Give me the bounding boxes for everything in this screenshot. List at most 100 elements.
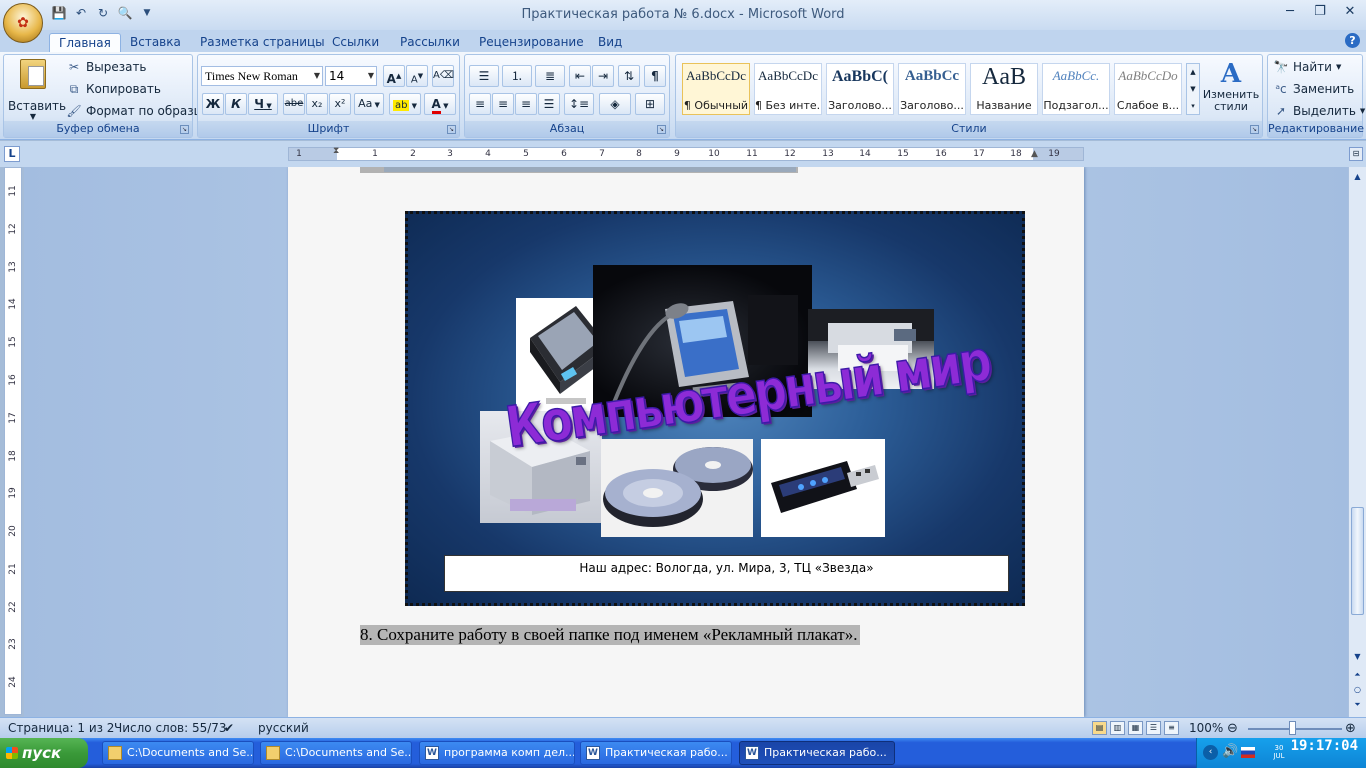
justify-button[interactable]: ☰ — [538, 93, 560, 115]
tab-page-layout[interactable]: Разметка страницы — [191, 33, 334, 52]
tab-home[interactable]: Главная — [49, 33, 121, 52]
next-page-icon[interactable]: ⏷ — [1350, 697, 1365, 712]
shading-button[interactable]: ◈ — [599, 93, 631, 115]
advertising-poster[interactable]: Компьютерный мир Наш адрес: Вологда, ул.… — [405, 211, 1025, 606]
font-size-combo[interactable]: 14 ▼ — [325, 66, 377, 86]
address-textbox[interactable]: Наш адрес: Вологда, ул. Мира, 3, ТЦ «Зве… — [444, 555, 1009, 592]
volume-icon[interactable]: 🔊 — [1222, 744, 1238, 759]
format-painter-button[interactable]: 🖌 Формат по образцу — [66, 103, 209, 119]
document-workspace[interactable]: Компьютерный мир Наш адрес: Вологда, ул.… — [24, 167, 1348, 717]
vertical-ruler[interactable]: 11 12 13 14 15 16 17 18 19 20 21 22 23 2… — [4, 167, 22, 715]
language-flag-icon[interactable] — [1241, 747, 1255, 758]
highlight-button[interactable]: ab ▼ — [389, 93, 421, 115]
taskbar-item[interactable]: W Практическая рабо... — [580, 741, 732, 765]
full-screen-reading-icon[interactable]: ▥ — [1110, 721, 1125, 735]
numbering-button[interactable]: ⒈ — [502, 65, 532, 87]
tray-arrow-icon[interactable]: ‹ — [1203, 745, 1218, 760]
paragraph-launcher-icon[interactable]: ↘ — [657, 125, 666, 134]
styles-launcher-icon[interactable]: ↘ — [1250, 125, 1259, 134]
font-launcher-icon[interactable]: ↘ — [447, 125, 456, 134]
clipboard-launcher-icon[interactable]: ↘ — [180, 125, 189, 134]
line-spacing-button[interactable]: ↕≡ — [564, 93, 594, 115]
cut-button[interactable]: ✂ Вырезать — [66, 59, 147, 75]
tab-view[interactable]: Вид — [589, 33, 631, 52]
superscript-button[interactable]: x² — [329, 93, 351, 115]
change-styles-button[interactable]: A Изменить стили — [1202, 59, 1260, 121]
style-subtitle[interactable]: AaBbCc. Подзагол... — [1042, 63, 1110, 115]
zoom-level[interactable]: 100% — [1189, 720, 1223, 737]
tab-selector-button[interactable]: L — [4, 146, 20, 162]
italic-button[interactable]: К — [225, 93, 247, 115]
right-indent-marker-icon[interactable]: ▲ — [1031, 149, 1038, 159]
style-heading-1[interactable]: AaBbC( Заголово... — [826, 63, 894, 115]
align-right-button[interactable]: ≡ — [515, 93, 537, 115]
scroll-down-icon[interactable]: ▼ — [1350, 649, 1365, 664]
browse-object-icon[interactable]: ○ — [1350, 682, 1365, 697]
zoom-out-icon[interactable]: ⊖ — [1227, 720, 1238, 737]
tab-mailings[interactable]: Рассылки — [391, 33, 469, 52]
borders-button[interactable]: ⊞ — [635, 93, 665, 115]
change-case-button[interactable]: Aa ▼ — [354, 93, 384, 115]
view-ruler-button[interactable]: ⊟ — [1349, 147, 1363, 161]
bullets-button[interactable]: ☰ — [469, 65, 499, 87]
print-layout-view-icon[interactable]: ▤ — [1092, 721, 1107, 735]
minimize-button[interactable]: ─ — [1282, 4, 1298, 20]
increase-indent-button[interactable]: ⇥ — [592, 65, 614, 87]
flash-drive-photo[interactable] — [761, 439, 885, 537]
web-layout-icon[interactable]: ▦ — [1128, 721, 1143, 735]
bold-button[interactable]: Ж — [202, 93, 224, 115]
strikethrough-button[interactable]: abe — [283, 93, 305, 115]
grow-font-button[interactable]: A▲ — [383, 65, 405, 87]
step-8-text[interactable]: 8. Сохраните работу в своей папке под им… — [360, 625, 861, 645]
close-button[interactable]: ✕ — [1342, 4, 1358, 20]
taskbar-item[interactable]: C:\Documents and Se... — [102, 741, 254, 765]
taskbar-item[interactable]: Wпрограмма комп дел... — [419, 741, 575, 765]
start-button[interactable]: пуск — [0, 738, 88, 768]
word-count[interactable]: Число слов: 55/73 — [114, 720, 227, 737]
sort-button[interactable]: ⇅ — [618, 65, 640, 87]
page-indicator[interactable]: Страница: 1 из 2 — [8, 720, 114, 737]
scroll-thumb[interactable] — [1351, 507, 1364, 615]
draft-view-icon[interactable]: ≡ — [1164, 721, 1179, 735]
proofing-icon[interactable]: ✔︎ — [224, 720, 234, 737]
decrease-indent-button[interactable]: ⇤ — [569, 65, 591, 87]
align-center-button[interactable]: ≡ — [492, 93, 514, 115]
zoom-in-icon[interactable]: ⊕ — [1345, 720, 1356, 737]
font-color-button[interactable]: A ▼ — [424, 93, 456, 115]
style-no-spacing[interactable]: AaBbCcDc ¶ Без инте... — [754, 63, 822, 115]
horizontal-ruler[interactable]: 1 1 2 3 4 5 6 7 8 9 10 11 12 13 14 15 16… — [288, 146, 1084, 161]
restore-button[interactable]: ❐ — [1312, 4, 1328, 20]
clear-formatting-button[interactable]: A⌫ — [432, 65, 454, 87]
tab-references[interactable]: Ссылки — [323, 33, 388, 52]
styles-scroll[interactable]: ▲ ▼ ▾ — [1186, 63, 1200, 115]
clock[interactable]: 19:17:04 — [1291, 738, 1358, 754]
outline-view-icon[interactable]: ☰ — [1146, 721, 1161, 735]
subscript-button[interactable]: x₂ — [306, 93, 328, 115]
taskbar-item[interactable]: C:\Documents and Se... — [260, 741, 412, 765]
replace-button[interactable]: ᵃc Заменить — [1273, 81, 1354, 97]
align-left-button[interactable]: ≡ — [469, 93, 491, 115]
zoom-slider-handle[interactable] — [1289, 721, 1296, 735]
style-heading-2[interactable]: AaBbCc Заголово... — [898, 63, 966, 115]
style-subtle-emphasis[interactable]: AaBbCcDo Слабое в... — [1114, 63, 1182, 115]
underline-button[interactable]: Ч ▼ — [248, 93, 278, 115]
taskbar-item-active[interactable]: W Практическая рабо... — [739, 741, 895, 765]
tab-review[interactable]: Рецензирование — [470, 33, 593, 52]
office-button[interactable]: ✿ — [3, 3, 43, 43]
show-marks-button[interactable]: ¶ — [644, 65, 666, 87]
tab-insert[interactable]: Вставка — [121, 33, 190, 52]
copy-button[interactable]: ⧉ Копировать — [66, 81, 161, 97]
paste-button[interactable]: Вставить ▼ — [8, 57, 66, 121]
help-icon[interactable]: ? — [1345, 33, 1360, 48]
scroll-up-icon[interactable]: ▲ — [1350, 169, 1365, 184]
find-button[interactable]: 🔭 Найти ▼ — [1273, 59, 1342, 75]
style-normal[interactable]: AaBbCcDc ¶ Обычный — [682, 63, 750, 115]
document-page[interactable]: Компьютерный мир Наш адрес: Вологда, ул.… — [288, 167, 1084, 717]
font-name-combo[interactable]: Times New Roman ▼ — [201, 66, 323, 86]
left-indent-marker-icon[interactable]: ⧗ — [333, 146, 339, 156]
language-indicator[interactable]: русский — [258, 720, 309, 737]
multilevel-list-button[interactable]: ≣ — [535, 65, 565, 87]
vertical-scrollbar[interactable]: ▲ ▼ ⏶ ○ ⏷ — [1348, 167, 1366, 717]
shrink-font-button[interactable]: A▼ — [406, 65, 428, 87]
select-button[interactable]: ➚ Выделить ▼ — [1273, 103, 1365, 119]
